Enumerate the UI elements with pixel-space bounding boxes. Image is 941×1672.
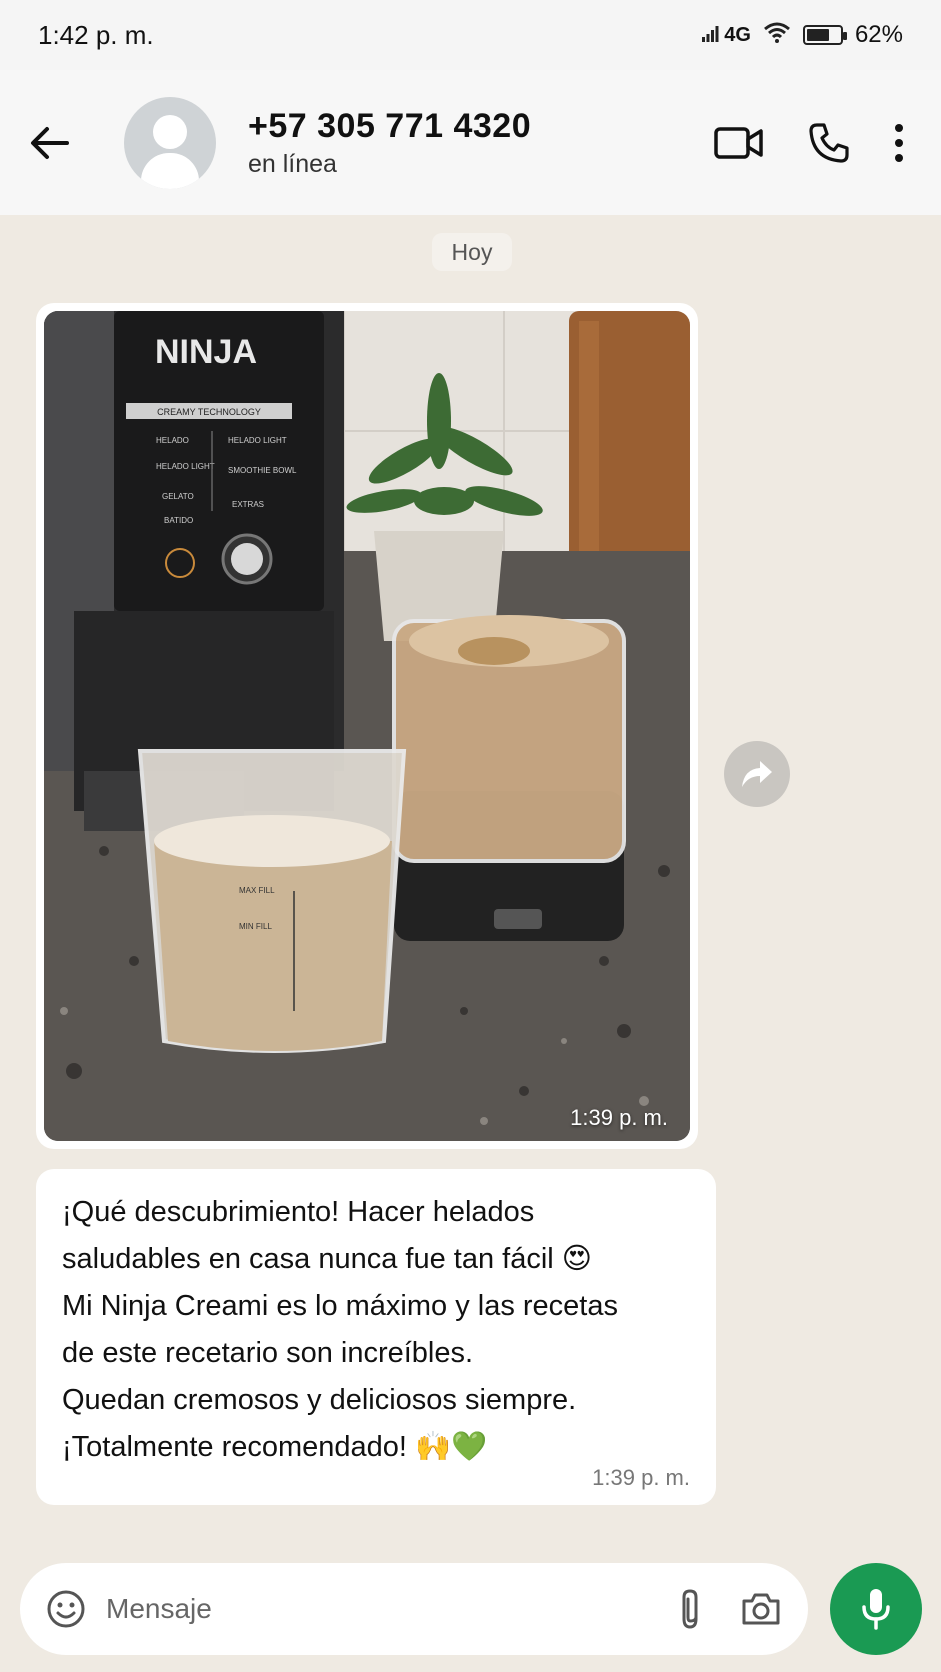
voice-message-button[interactable]	[830, 1563, 922, 1655]
svg-text:SMOOTHIE BOWL: SMOOTHIE BOWL	[228, 466, 297, 475]
video-camera-icon	[714, 126, 763, 159]
svg-text:HELADO LIGHT: HELADO LIGHT	[156, 462, 215, 471]
forward-button[interactable]	[724, 741, 790, 807]
svg-text:BATIDO: BATIDO	[164, 516, 193, 525]
paperclip-icon	[682, 1589, 698, 1629]
message-line: ¡Qué descubrimiento! Hacer helados	[62, 1196, 535, 1228]
image-message[interactable]: NINJA CREAMY TECHNOLOGY HELADO HELADO LI…	[36, 303, 698, 1149]
battery-icon	[802, 25, 847, 45]
status-time: 1:42 p. m.	[38, 19, 154, 50]
microphone-icon	[862, 1589, 890, 1630]
phone-icon	[809, 122, 849, 163]
svg-text:MIN FILL: MIN FILL	[239, 922, 272, 931]
signal-icon: 4G	[701, 24, 751, 47]
ninja-logo: NINJA	[155, 333, 257, 371]
status-bar: 1:42 p. m. 4G 62%	[0, 0, 941, 70]
battery-percent: 62%	[854, 21, 903, 48]
back-button[interactable]	[0, 70, 100, 215]
arrow-left-icon	[31, 126, 69, 159]
svg-text:CREAMY TECHNOLOGY: CREAMY TECHNOLOGY	[157, 407, 261, 417]
text-message[interactable]: ¡Qué descubrimiento! Hacer helados salud…	[36, 1169, 716, 1505]
contact-name: +57 305 771 4320	[248, 106, 532, 145]
status-indicators: 4G 62%	[701, 21, 903, 50]
wifi-icon	[763, 21, 791, 50]
chat-area[interactable]: Hoy NINJA CREAMY TECHNOLOGY HELADO HELAD…	[0, 215, 941, 1545]
attach-button[interactable]	[676, 1587, 704, 1631]
camera-icon	[742, 1593, 780, 1625]
svg-text:MAX FILL: MAX FILL	[239, 886, 275, 895]
share-arrow-icon	[742, 761, 772, 787]
image-timestamp: 1:39 p. m.	[570, 1105, 668, 1130]
message-line: de este recetario son increíbles.	[62, 1337, 474, 1369]
message-line: Mi Ninja Creami es lo máximo y las recet…	[62, 1290, 618, 1322]
emoji-icon	[47, 1590, 85, 1628]
svg-text:HELADO: HELADO	[156, 436, 189, 445]
video-call-button[interactable]	[713, 123, 765, 163]
more-options-button[interactable]	[893, 123, 905, 163]
more-vertical-icon	[895, 123, 903, 162]
svg-text:EXTRAS: EXTRAS	[232, 500, 264, 509]
emoji-button[interactable]	[46, 1589, 86, 1629]
message-input[interactable]: Mensaje	[106, 1593, 640, 1625]
date-chip: Hoy	[432, 233, 512, 271]
contact-info[interactable]: +57 305 771 4320 en línea	[248, 107, 713, 179]
message-photo[interactable]: NINJA CREAMY TECHNOLOGY HELADO HELADO LI…	[44, 311, 690, 1141]
svg-text:HELADO LIGHT: HELADO LIGHT	[228, 436, 287, 445]
message-line: ¡Totalmente recomendado! 🙌💚	[62, 1431, 488, 1463]
message-line: saludables en casa nunca fue tan fácil 😍	[62, 1243, 593, 1275]
camera-button[interactable]	[740, 1591, 782, 1627]
svg-text:GELATO: GELATO	[162, 492, 194, 501]
contact-status: en línea	[248, 149, 337, 178]
chat-header: +57 305 771 4320 en línea	[0, 70, 941, 215]
network-type: 4G	[724, 23, 751, 46]
avatar[interactable]	[124, 96, 216, 189]
message-line: Quedan cremosos y deliciosos siempre.	[62, 1384, 577, 1416]
message-timestamp: 1:39 p. m.	[592, 1465, 690, 1490]
voice-call-button[interactable]	[807, 121, 851, 165]
message-composer: Mensaje	[20, 1563, 808, 1655]
